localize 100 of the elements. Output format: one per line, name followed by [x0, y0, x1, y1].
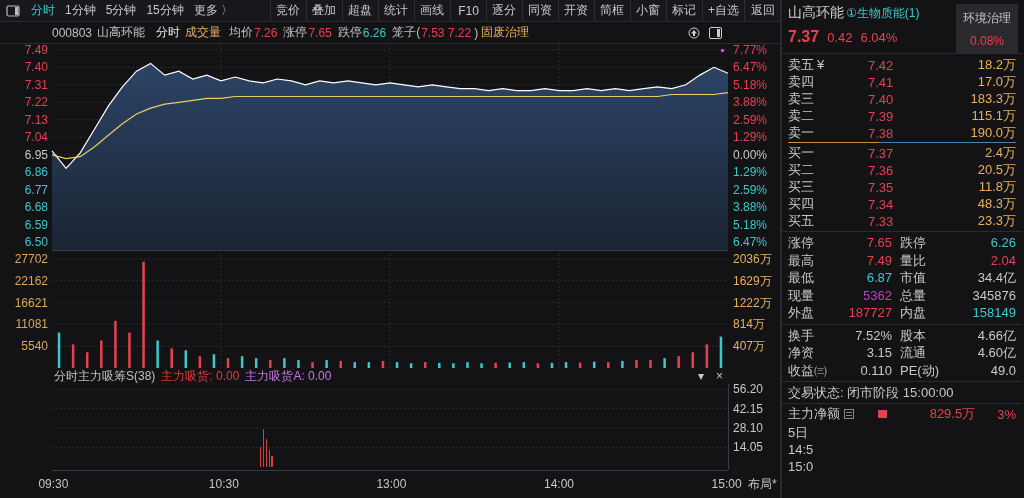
time-label: 10:30	[208, 477, 239, 491]
bid-label: 买四	[788, 196, 814, 211]
concept-tag[interactable]: ①生物质能(1)	[846, 5, 920, 22]
flow-row-label: 5日	[788, 423, 809, 442]
toolbar-button[interactable]: 开资	[558, 0, 594, 21]
volume-bar	[705, 344, 709, 368]
price-tick: 6.77	[24, 182, 48, 197]
layout-button[interactable]: 布局*	[748, 477, 777, 491]
indicator-control[interactable]: ×	[713, 369, 726, 383]
bid-price: 7.37	[868, 145, 895, 161]
price-tick: 7.49	[24, 44, 48, 57]
field-value: 6.26	[362, 25, 387, 40]
volume-bar	[607, 362, 610, 368]
ask-volume: 115.1万	[970, 107, 1016, 125]
amount-tick: 1629万	[733, 273, 772, 288]
stat-value: 0.110	[859, 361, 893, 379]
toolbar-button[interactable]: 简框	[594, 0, 630, 21]
volume-bar	[480, 363, 483, 368]
stat-label: 内盘	[900, 304, 927, 322]
toolbar-button[interactable]: +自选	[702, 0, 744, 21]
volume-bar	[325, 360, 328, 368]
stat-value: 2.04	[989, 251, 1016, 269]
toolbar-button[interactable]: 同资	[522, 0, 558, 21]
price-tick: 6.68	[24, 200, 48, 215]
toolbar-button[interactable]: 标记	[666, 0, 702, 21]
toolbar-button[interactable]: 小窗	[630, 0, 666, 21]
amount-tick: 407万	[733, 339, 766, 354]
time-label: 14:00	[544, 477, 574, 491]
percent-tick: 0.00%	[733, 147, 768, 162]
stat-label: 换手	[788, 326, 815, 344]
bid-label: 买一	[788, 145, 814, 160]
ask-volume: 18.2万	[976, 56, 1016, 74]
toolbar-button[interactable]: 叠加	[306, 0, 342, 21]
stat-label: 股本	[900, 326, 927, 344]
bid-volume: 2.4万	[983, 144, 1016, 162]
trade-status: 交易状态: 闭市阶段 15:00:00	[788, 383, 954, 402]
volume-bar	[240, 356, 244, 368]
toolbar-button[interactable]: 返回	[744, 0, 780, 21]
volume-bar	[198, 356, 202, 368]
toolbar-button[interactable]: F10	[450, 0, 486, 21]
sector-card[interactable]: 环境治理 0.08%	[956, 4, 1018, 53]
table-icon[interactable]	[844, 409, 854, 419]
volume-bar	[71, 344, 75, 368]
last-price: 7.37	[788, 28, 820, 46]
volume-bar	[522, 362, 526, 368]
volume-bar	[550, 362, 554, 368]
ask-volume: 17.0万	[976, 73, 1016, 91]
legend-text: 主力吸货A: 0.00	[245, 367, 332, 385]
volume-bar	[114, 320, 117, 368]
period-tab[interactable]: 1分钟	[60, 0, 101, 21]
volume-bar	[395, 362, 399, 368]
stat-label: 最高	[788, 251, 815, 269]
volume-tick: 27702	[14, 252, 48, 267]
volume-bar	[663, 358, 666, 368]
volume-bar	[691, 352, 695, 368]
price-tick: 6.95	[24, 147, 48, 162]
stat-label: 现量	[788, 286, 815, 304]
volume-tick: 22162	[14, 273, 48, 288]
sector-change: 0.08%	[970, 33, 1004, 48]
stat-value: 4.66亿	[976, 326, 1016, 344]
toolbar-button[interactable]: 统计	[378, 0, 414, 21]
sector-name: 环境治理	[963, 9, 1011, 27]
price-tick: 7.04	[24, 130, 48, 145]
indicator-tick: 14.05	[733, 440, 764, 455]
volume-tick: 11081	[15, 317, 48, 332]
field-suffix: )	[474, 25, 479, 40]
toolbar-button[interactable]: 超盘	[342, 0, 378, 21]
amount-tick: 1222万	[733, 295, 772, 310]
volume-bar	[212, 354, 216, 368]
volume-bar	[269, 360, 272, 368]
amount-tick: 2036万	[733, 252, 772, 267]
panel-icon[interactable]	[709, 26, 722, 39]
bid-label: 买三	[788, 179, 814, 194]
stat-value: 7.49	[865, 251, 893, 269]
volume-bar	[339, 360, 342, 368]
bid-label: 买五	[788, 213, 814, 228]
period-tab[interactable]: 15分钟	[141, 0, 189, 21]
period-tab[interactable]: 分时	[26, 0, 60, 21]
stat-label: 流通	[900, 344, 927, 362]
bid-volume: 48.3万	[976, 195, 1016, 213]
panel-icon[interactable]	[6, 4, 20, 17]
toolbar-button[interactable]: 竞价	[270, 0, 306, 21]
ask-price: 7.39	[868, 108, 895, 124]
toolbar-button[interactable]: 画线	[414, 0, 450, 21]
indicator-control[interactable]: ▾	[694, 369, 707, 383]
period-tab[interactable]: 更多 〉	[188, 0, 239, 21]
stat-value: 49.0	[989, 361, 1016, 379]
toolbar-button[interactable]: 逐分	[486, 0, 522, 21]
stock-name: 山高环能	[788, 4, 844, 22]
bid-volume: 11.8万	[977, 178, 1016, 196]
indicator-name: 成交量	[185, 24, 222, 41]
period-tab[interactable]: 5分钟	[100, 0, 142, 21]
price-tick: 6.59	[24, 217, 48, 232]
volume-bar	[452, 363, 455, 368]
volume-bar	[409, 363, 413, 368]
price-tick: 6.86	[24, 165, 48, 180]
volume-bar	[353, 362, 357, 368]
field-value: 7.65	[308, 25, 332, 40]
upload-icon[interactable]	[688, 26, 700, 39]
indicator-title: 分时主力吸筹S(38)	[54, 367, 156, 385]
